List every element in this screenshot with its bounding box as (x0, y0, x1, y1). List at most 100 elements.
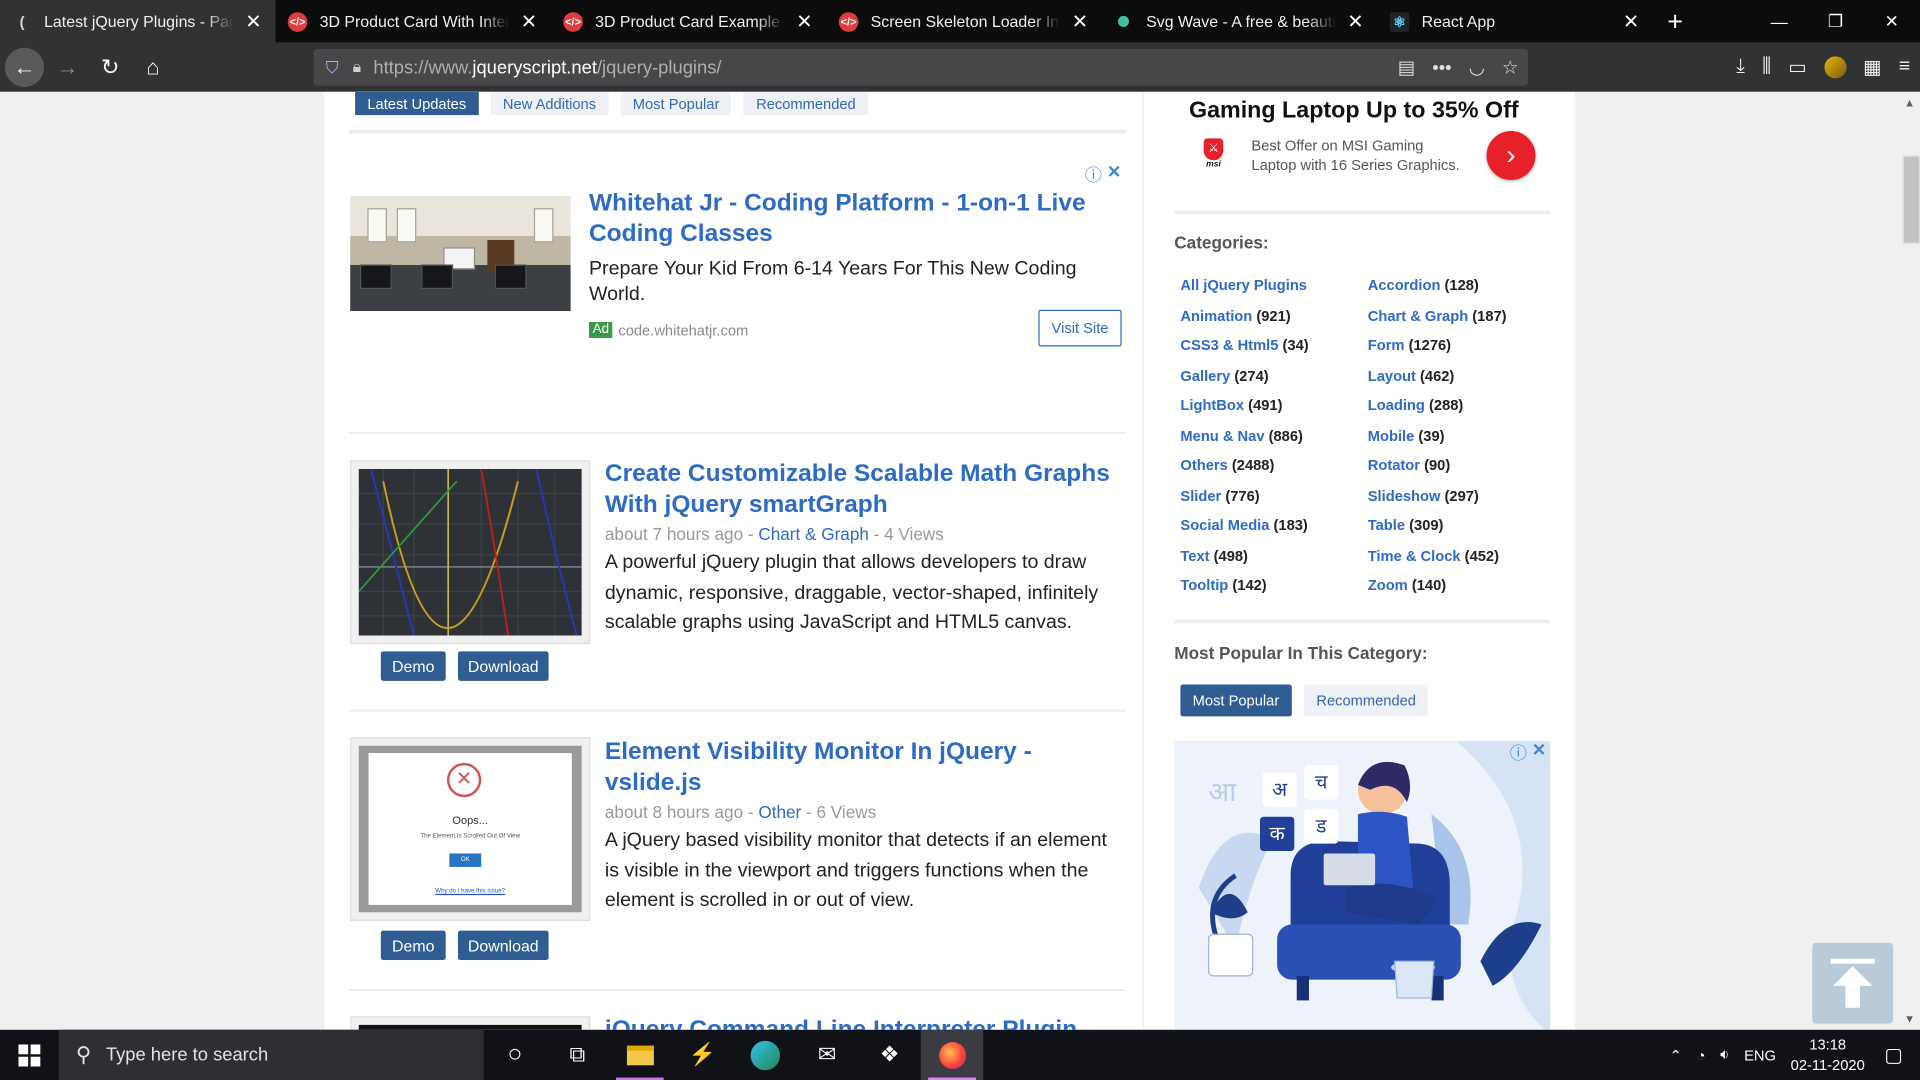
extensions-icon[interactable]: ▦ (1863, 55, 1882, 79)
category-item[interactable]: Time & Clock (452) (1368, 547, 1499, 564)
page-scrollbar[interactable]: ▲ ▼ (1899, 91, 1920, 1030)
category-item[interactable]: Menu & Nav (886) (1180, 427, 1303, 444)
ad-image[interactable] (350, 195, 571, 312)
scroll-to-top-button[interactable] (1812, 942, 1894, 1024)
browser-tab-5[interactable]: Svg Wave - A free & beautiful ✕ (1102, 0, 1378, 43)
demo-button[interactable]: Demo (380, 651, 446, 681)
edge-icon[interactable] (733, 1030, 795, 1080)
category-item[interactable]: CSS3 & Html5 (34) (1180, 337, 1308, 354)
clock[interactable]: 13:18 02-11-2020 (1791, 1034, 1865, 1076)
sidebar-ad-image[interactable]: अ च क ड आ ⓘ ✕ (1174, 740, 1551, 1030)
category-item[interactable]: Gallery (274) (1180, 367, 1268, 384)
category-item[interactable]: Form (1276) (1368, 337, 1451, 354)
ad-close-icon[interactable]: ✕ (1107, 162, 1121, 183)
article-title[interactable]: Element Visibility Monitor In jQuery - v… (605, 737, 1125, 798)
category-item[interactable]: Mobile (39) (1368, 427, 1445, 444)
more-actions-icon[interactable]: ••• (1432, 57, 1451, 78)
mail-icon[interactable]: ✉ (796, 1030, 858, 1080)
visit-site-button[interactable]: Visit Site (1038, 309, 1122, 347)
file-explorer-icon[interactable] (609, 1030, 671, 1080)
address-bar[interactable]: ⛉ 🔒︎ https://www. jqueryscript.net/jquery… (313, 48, 1529, 86)
forward-arrow-icon[interactable]: → (48, 48, 87, 87)
scroll-down-arrow-icon[interactable]: ▼ (1904, 1013, 1915, 1025)
pocket-icon[interactable]: ◡ (1469, 56, 1485, 79)
article-thumbnail[interactable] (350, 1016, 591, 1030)
category-link[interactable]: Rotator (1368, 457, 1420, 474)
restore-icon[interactable]: ❐ (1807, 0, 1863, 43)
category-item[interactable]: Loading (288) (1368, 397, 1464, 414)
new-tab-button[interactable]: + (1653, 0, 1697, 43)
home-icon[interactable]: ⌂ (133, 48, 172, 87)
category-link[interactable]: Slider (1180, 487, 1221, 504)
category-item[interactable]: Animation (921) (1180, 307, 1290, 324)
ad-info-icon[interactable]: ⓘ (1510, 741, 1527, 765)
category-item[interactable]: Social Media (183) (1180, 517, 1307, 534)
article-category-link[interactable]: Other (758, 802, 801, 822)
reader-view-icon[interactable]: ▤ (1398, 56, 1415, 79)
category-link[interactable]: Time & Clock (1368, 547, 1461, 564)
browser-tab-6[interactable]: ⚛ React App ✕ (1378, 0, 1654, 43)
ad-url[interactable]: code.whitehatjr.com (618, 322, 748, 339)
category-item[interactable]: Rotator (90) (1368, 457, 1450, 474)
category-link[interactable]: Slideshow (1368, 487, 1441, 504)
category-item[interactable]: Table (309) (1368, 517, 1444, 534)
category-link[interactable]: Chart & Graph (1368, 307, 1468, 324)
category-item[interactable]: LightBox (491) (1180, 397, 1282, 414)
vscode-icon[interactable]: ⚡ (671, 1030, 733, 1080)
shield-icon[interactable]: ⛉ (326, 58, 343, 78)
category-link[interactable]: LightBox (1180, 397, 1244, 414)
demo-button[interactable]: Demo (380, 930, 446, 961)
minimize-icon[interactable]: — (1751, 0, 1807, 43)
category-item[interactable]: Chart & Graph (187) (1368, 307, 1507, 324)
sidebar-icon[interactable]: ▭ (1788, 55, 1807, 79)
notifications-icon[interactable]: ▢ (1884, 1043, 1903, 1067)
show-hidden-icons-icon[interactable]: ⌃ (1670, 1046, 1682, 1063)
bookmark-star-icon[interactable]: ☆ (1502, 56, 1518, 79)
category-link[interactable]: Menu & Nav (1180, 427, 1264, 444)
category-item[interactable]: Others (2488) (1180, 457, 1274, 474)
close-tab-icon[interactable]: ✕ (1346, 9, 1366, 33)
category-link[interactable]: CSS3 & Html5 (1180, 337, 1278, 354)
cortana-icon[interactable]: ○ (484, 1030, 546, 1080)
account-avatar-icon[interactable] (1823, 56, 1846, 79)
tab-recommended-sidebar[interactable]: Recommended (1304, 684, 1429, 717)
category-item[interactable]: Tooltip (142) (1180, 577, 1266, 594)
tab-recommended[interactable]: Recommended (743, 91, 868, 116)
category-item[interactable]: Layout (462) (1368, 367, 1455, 384)
firefox-icon[interactable] (920, 1029, 984, 1080)
category-link[interactable]: Gallery (1180, 367, 1230, 384)
article-thumbnail[interactable]: ✕ Oops... The Element Is Scrolled Out Of… (350, 737, 591, 921)
category-item[interactable]: Text (498) (1180, 547, 1248, 564)
promo-title[interactable]: Gaming Laptop Up to 35% Off (1189, 98, 1519, 125)
category-link[interactable]: Table (1368, 517, 1405, 534)
tab-most-popular[interactable]: Most Popular (620, 91, 732, 116)
close-tab-icon[interactable]: ✕ (519, 9, 539, 33)
back-arrow-icon[interactable]: ← (4, 47, 45, 87)
task-view-icon[interactable]: ⧉ (546, 1030, 608, 1080)
scroll-up-arrow-icon[interactable]: ▲ (1904, 97, 1915, 109)
dropbox-icon[interactable]: ❖ (858, 1030, 920, 1080)
category-link[interactable]: Form (1368, 337, 1405, 354)
category-link[interactable]: Animation (1180, 307, 1252, 324)
category-link[interactable]: Loading (1368, 397, 1425, 414)
download-button[interactable]: Download (457, 651, 549, 681)
language-indicator[interactable]: ENG (1744, 1046, 1776, 1063)
category-link[interactable]: Tooltip (1180, 577, 1228, 594)
ad-close-icon[interactable]: ✕ (1532, 741, 1546, 761)
browser-tab-2[interactable]: </> 3D Product Card With Interact ✕ (276, 0, 552, 43)
windows-start-icon[interactable] (0, 1030, 59, 1080)
close-tab-icon[interactable]: ✕ (244, 9, 264, 33)
category-link[interactable]: Mobile (1368, 427, 1415, 444)
close-window-icon[interactable]: ✕ (1864, 0, 1920, 43)
category-item[interactable]: Slideshow (297) (1368, 487, 1479, 504)
article-thumbnail[interactable] (350, 460, 591, 645)
category-item[interactable]: All jQuery Plugins (1180, 277, 1307, 294)
tab-new-additions[interactable]: New Additions (490, 91, 609, 116)
category-item[interactable]: Accordion (128) (1368, 277, 1479, 294)
promo-arrow-button[interactable]: › (1486, 131, 1536, 181)
category-item[interactable]: Zoom (140) (1368, 577, 1446, 594)
scrollbar-thumb[interactable] (1902, 155, 1920, 244)
category-link[interactable]: Accordion (1368, 277, 1441, 294)
category-link[interactable]: Zoom (1368, 577, 1408, 594)
article-title[interactable]: jQuery Command Line Interpreter Plugin (605, 1015, 1125, 1029)
